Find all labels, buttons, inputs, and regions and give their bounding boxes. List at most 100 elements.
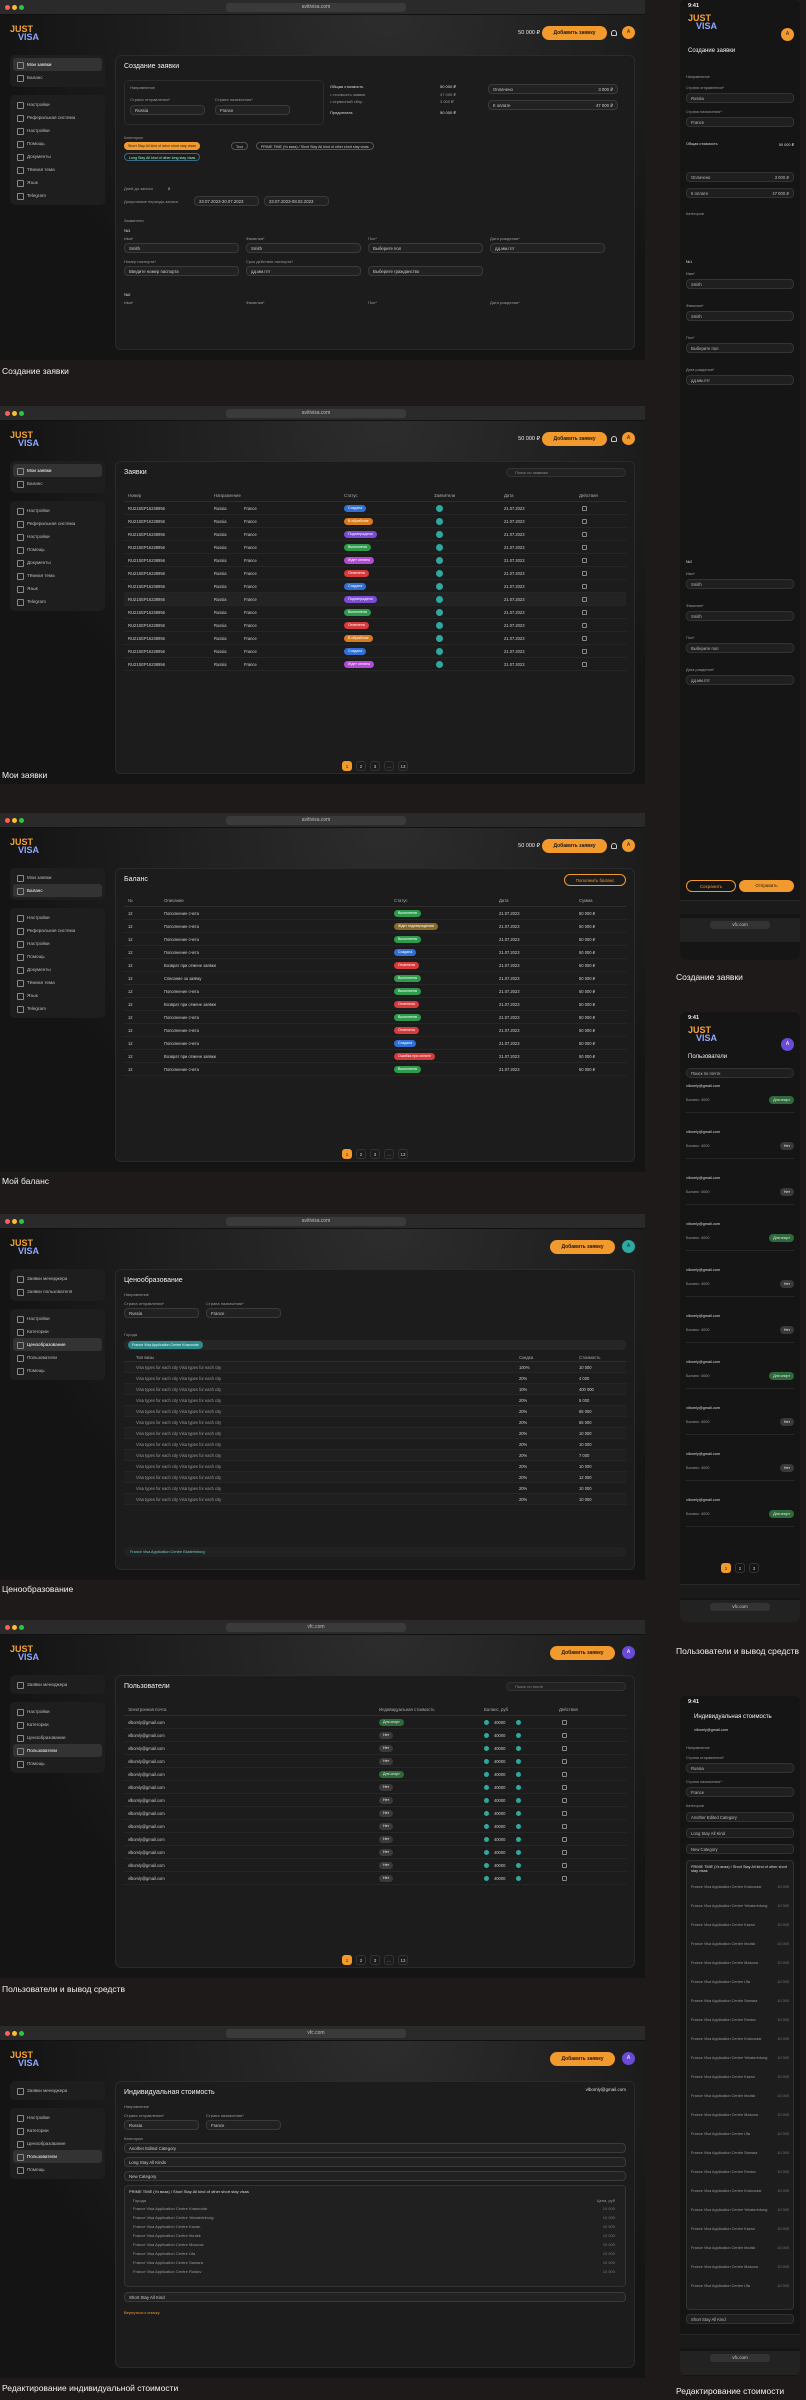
price-tag[interactable]: Нет [379,1836,394,1843]
table-row[interactable]: RU21SEP16238956 Russia France Создана 21.07.… [124,580,626,593]
city-price[interactable]: 10 000 [777,2284,789,2288]
sidebar-item-settings[interactable]: Настройки [13,1705,102,1718]
price-tag[interactable]: Для спорт [379,1719,404,1726]
table-row[interactable]: RU21SEP16238956 Russia France В обработке 21… [124,632,626,645]
edit-icon[interactable] [562,1850,567,1855]
plus-icon[interactable] [516,1720,521,1725]
sidebar-item-balance[interactable]: Баланс [13,477,102,490]
action-icon[interactable] [582,532,587,537]
table-row[interactable]: Visa types for each city Visa types for … [124,1494,626,1505]
period-1-input[interactable]: 23.07.2023-30.07.2023 [194,196,259,206]
sidebar-item-categories[interactable]: Категории [13,2124,102,2137]
table-row[interactable]: Visa types for each city Visa types for … [124,1395,626,1406]
first-name-input[interactable]: Smith [124,243,239,253]
logo[interactable]: JUST VISA [688,1026,717,1043]
avatar[interactable]: А [622,1646,635,1659]
field-input[interactable]: Smith [686,279,794,289]
add-request-button[interactable]: Добавить заявку [542,839,607,853]
logo[interactable]: JUST VISA [10,1239,39,1256]
city-price[interactable]: 10 000 [777,1923,789,1927]
col-status[interactable]: Статус [394,895,408,907]
edit-icon[interactable] [562,1824,567,1829]
page-last[interactable]: 13 [398,1149,408,1159]
topup-button[interactable]: Пополнить баланс [564,874,626,886]
table-row[interactable]: vlbomly@gmail.com Нет 40000 [124,1729,626,1742]
city-price[interactable]: 10 000 [603,2215,615,2220]
price-tag[interactable]: Нет [779,1142,794,1150]
add-request-button[interactable]: Добавить заявку [542,432,607,446]
page-last[interactable]: 13 [398,1955,408,1965]
zoom-dot[interactable] [19,411,24,416]
col-num[interactable]: № [128,895,133,907]
address-bar[interactable]: avitivisa.com [226,409,406,418]
action-icon[interactable] [582,610,587,615]
action-icon[interactable] [582,571,587,576]
sidebar-item-help[interactable]: Помощь [13,1757,102,1770]
sidebar-item-pricing[interactable]: Ценообразование [13,1338,102,1351]
table-row[interactable]: vlbomly@gmail.com Нет 40000 [124,1859,626,1872]
page-3[interactable]: 3 [370,1149,380,1159]
passport-input[interactable]: Введите номер паспорта [124,266,239,276]
col-email[interactable]: Электронная почта [128,1704,166,1716]
plus-icon[interactable] [516,1785,521,1790]
table-row[interactable]: RU21SEP16238956 Russia France Подтверждена 2… [124,528,626,541]
logo[interactable]: JUST VISA [10,25,39,42]
field-input[interactable]: Выберите пол [686,643,794,653]
table-row[interactable]: Visa types for each city Visa types for … [124,1362,626,1373]
close-dot[interactable] [5,5,10,10]
table-row[interactable]: RU21SEP16238956 Russia France В обработке 21… [124,515,626,528]
col-applicants[interactable]: Заявители [434,490,455,502]
table-row[interactable]: vlbomly@gmail.com Нет 40000 [124,1820,626,1833]
table-row[interactable]: Visa types for each city Visa types for … [124,1384,626,1395]
avatar[interactable]: А [622,2052,635,2065]
zoom-dot[interactable] [19,5,24,10]
table-row[interactable]: vlbomly@gmail.com Нет 40000 [124,1755,626,1768]
col-date[interactable]: Дата [504,490,514,502]
price-tag[interactable]: Нет [779,1418,794,1426]
address-bar[interactable]: vfc.com [710,1603,770,1611]
sidebar-item-theme[interactable]: Тёмная тема [13,163,102,176]
action-icon[interactable] [582,636,587,641]
page-1[interactable]: 1 [721,1563,731,1573]
period-2-input[interactable]: 23.07.2023-08.02.2023 [264,196,329,206]
table-row[interactable]: vlbomly@gmail.com Нет 40000 [124,1833,626,1846]
citizenship-select[interactable]: Выберите гражданство [368,266,483,276]
sidebar-item-referral[interactable]: Реферальная система [13,924,102,937]
sidebar-item-categories[interactable]: Категории [13,1325,102,1338]
city-price[interactable]: 10 000 [603,2206,615,2211]
sidebar-item-docs[interactable]: Документы [13,963,102,976]
table-row[interactable]: RU21SEP16238956 Russia France Отменена 21.07… [124,619,626,632]
edit-icon[interactable] [562,1733,567,1738]
logo[interactable]: JUST VISA [688,14,717,31]
search-input[interactable]: Поиск по почте [686,1068,794,1078]
search-input[interactable]: Поиск по почте [506,1682,626,1691]
category-row[interactable]: Long Stay All Kinds [124,2157,626,2167]
table-row[interactable]: Visa types for each city Visa types for … [124,1483,626,1494]
sidebar-item-pricing[interactable]: Ценообразование [13,2137,102,2150]
sidebar-item-theme[interactable]: Тёмная тема [13,569,102,582]
price-tag[interactable]: Нет [379,1758,394,1765]
edit-icon[interactable] [562,1785,567,1790]
price-tag[interactable]: Нет [379,1797,394,1804]
from-select[interactable]: Russia [686,93,794,103]
add-request-button[interactable]: Добавить заявку [550,2052,615,2066]
sidebar-item-telegram[interactable]: Telegram [13,595,102,608]
minus-icon[interactable] [484,1824,489,1829]
action-icon[interactable] [582,558,587,563]
address-bar[interactable]: avitivisa.com [226,816,406,825]
table-row[interactable]: RU21SEP16238956 Russia France Создана 21.07.… [124,645,626,658]
plus-icon[interactable] [516,1837,521,1842]
birth-input[interactable]: дд.мм.гггг [490,243,605,253]
page-2[interactable]: 2 [356,761,366,771]
plus-icon[interactable] [516,1746,521,1751]
action-icon[interactable] [582,662,587,667]
close-dot[interactable] [5,1625,10,1630]
edit-icon[interactable] [562,1837,567,1842]
field-input[interactable]: Выберите пол [686,343,794,353]
minimize-dot[interactable] [12,1625,17,1630]
sidebar-item-categories[interactable]: Категории [13,1718,102,1731]
sidebar-item-referral[interactable]: Реферальная система [13,517,102,530]
plus-icon[interactable] [516,1733,521,1738]
price-tag[interactable]: Нет [779,1188,794,1196]
table-row[interactable]: vlbomly@gmail.com Нет 40000 [124,1742,626,1755]
